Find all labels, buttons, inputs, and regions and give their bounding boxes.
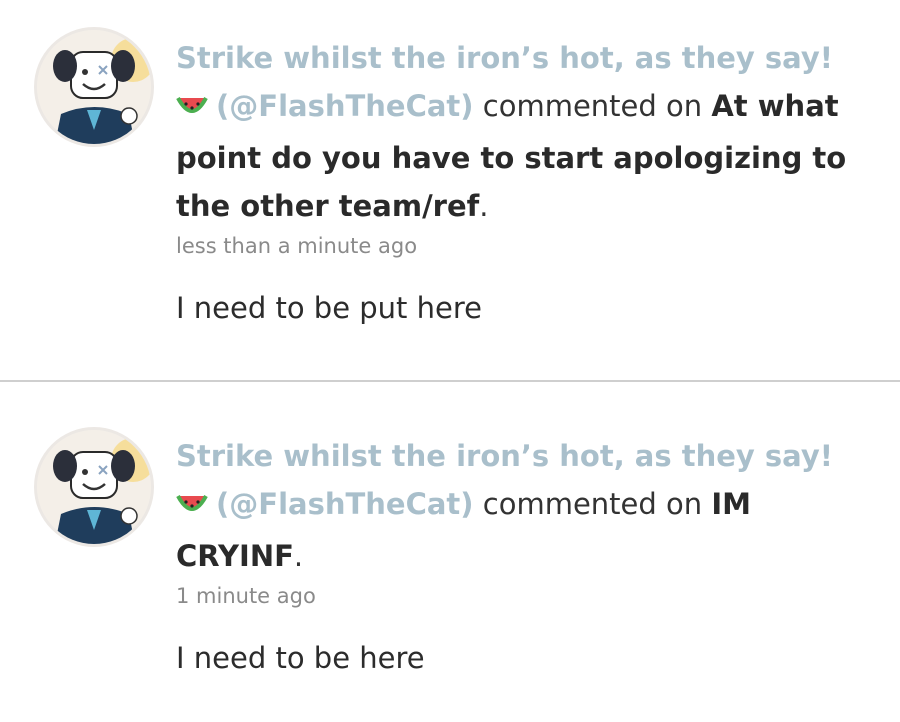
divider: [0, 380, 900, 382]
period-text: .: [479, 189, 489, 223]
comment-text: I need to be put here: [176, 291, 482, 325]
notification-content: Strike whilst the iron’s hot, as they sa…: [176, 34, 866, 328]
user-handle-link[interactable]: (@FlashTheCat): [216, 89, 474, 123]
notification-item[interactable]: Strike whilst the iron’s hot, as they sa…: [0, 0, 900, 381]
user-avatar[interactable]: [37, 430, 151, 544]
period-text: .: [293, 539, 304, 573]
cartoon-avatar-icon: [37, 430, 151, 544]
user-handle-link[interactable]: (@FlashTheCat): [216, 487, 474, 521]
notification-headline: Strike whilst the iron’s hot, as they sa…: [176, 432, 866, 580]
timestamp: less than a minute ago: [176, 234, 418, 258]
comment-text: I need to be here: [176, 641, 425, 675]
action-text: commented on: [482, 89, 703, 123]
watermelon-icon: [176, 484, 208, 532]
notification-item[interactable]: Strike whilst the iron’s hot, as they sa…: [0, 384, 900, 722]
watermelon-icon: [176, 86, 208, 134]
action-text: commented on: [482, 487, 703, 521]
username-link[interactable]: Strike whilst the iron’s hot, as they sa…: [176, 439, 833, 473]
timestamp: 1 minute ago: [176, 584, 316, 608]
notification-headline: Strike whilst the iron’s hot, as they sa…: [176, 34, 866, 230]
cartoon-avatar-icon: [37, 30, 151, 144]
username-link[interactable]: Strike whilst the iron’s hot, as they sa…: [176, 41, 833, 75]
notification-feed: Strike whilst the iron’s hot, as they sa…: [0, 0, 900, 722]
user-avatar[interactable]: [37, 30, 151, 144]
notification-content: Strike whilst the iron’s hot, as they sa…: [176, 432, 866, 678]
